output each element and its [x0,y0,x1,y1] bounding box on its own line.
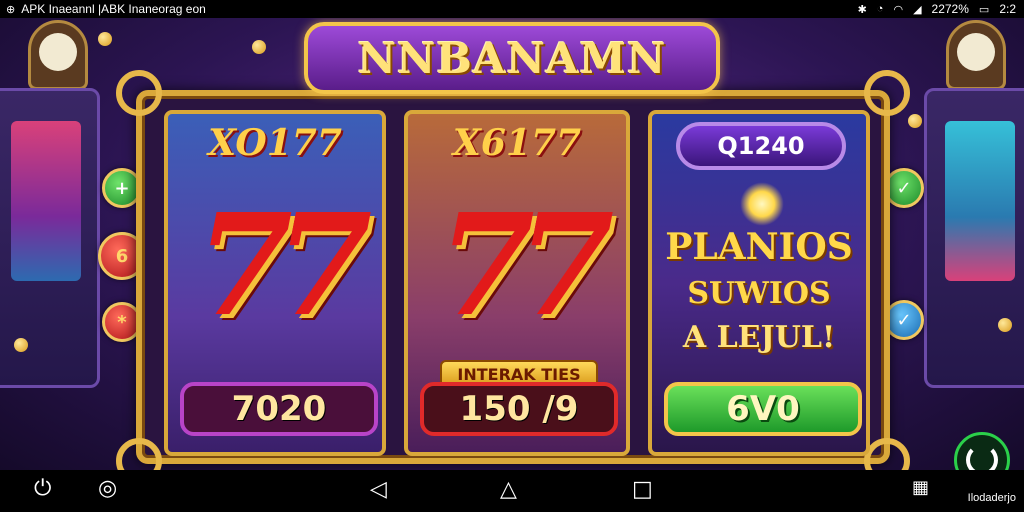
coin-decoration [998,318,1012,332]
status-bar: ⊕ APK Inaeannl |ABK Inaneorag eon ✱ ◔ ◠ … [0,0,1024,18]
bluetooth-icon: ✱ [857,3,867,16]
notification-icon: ⊕ [6,3,16,16]
status-time: 2:2 [999,2,1016,16]
wall-clock-right [946,20,1006,90]
frame-scroll-ornament [116,70,162,116]
side-button-confirm[interactable]: ✓ [884,168,924,208]
reel-3: Q1240 PLANIOS SUWIOS A LEJUL! 6V0 [648,110,870,456]
plus-icon: + [114,177,130,199]
app-drawer-icon[interactable]: ▦ [912,477,929,498]
power-icon[interactable]: ⏻ [34,476,51,501]
arcade-machine-right [924,88,1024,388]
nav-right-label: Ilodaderjo [967,492,1016,504]
check-icon: ✓ [896,309,912,331]
game-title: NNBANAMN [357,33,667,83]
reel-2: X6177 77 INTERAK TIES 150 /9 [404,110,630,456]
navigation-bar: ⏻ ◎ ◁ △ □ ▦ Ilodaderjo [0,470,1024,512]
recents-icon[interactable]: □ [632,477,653,502]
signal-icon: ◢ [913,3,922,16]
coin-decoration [14,338,28,352]
battery-percent: 2272% [931,2,969,16]
status-app-label: APK Inaeannl |ABK Inaneorag eon [21,2,206,16]
reel-2-value[interactable]: 150 /9 [420,382,618,436]
back-icon[interactable]: ◁ [370,477,387,502]
lucky-seven-symbol: 77 [195,184,373,348]
sparkle-icon [740,182,784,226]
spin-button[interactable]: 6V0 [664,382,862,436]
reel-1-label: XO177 [208,122,342,164]
frame-scroll-ornament [864,70,910,116]
reel-2-label: X6177 [452,122,582,164]
promo-line-1: PLANIOS [665,226,853,268]
battery-icon: ▭ [978,3,990,16]
reel-1: XO177 77 7020 [164,110,386,456]
promo-line-2: SUWIOS [687,276,831,311]
balance-pill[interactable]: Q1240 [676,122,846,170]
lucky-seven-symbol: 77 [437,184,615,348]
bet-value: 6 [115,245,129,267]
coin-decoration [908,114,922,128]
screenshot-icon[interactable]: ◎ [98,476,117,501]
frame-scroll-ornament [116,438,162,470]
home-icon[interactable]: △ [500,477,517,502]
slot-machine-frame: XO177 77 7020 X6177 77 INTERAK TIES 150 … [116,70,910,470]
wall-clock-left [28,20,88,90]
frame-scroll-ornament [864,438,910,470]
reel-1-value[interactable]: 7020 [180,382,378,436]
wifi-icon: ◠ [893,3,904,16]
title-banner: NNBANAMN [304,22,720,94]
alarm-icon: ◔ [876,3,884,15]
check-icon: ✓ [896,177,912,199]
coin-decoration [252,40,266,54]
coin-decoration [98,32,112,46]
star-icon: * [117,311,127,333]
promo-line-3: A LEJUL! [682,320,836,355]
side-button-auto[interactable]: ✓ [884,300,924,340]
game-scene: + 6 * ✓ ✓ XO177 77 7020 X6177 77 INTERAK… [0,18,1024,470]
